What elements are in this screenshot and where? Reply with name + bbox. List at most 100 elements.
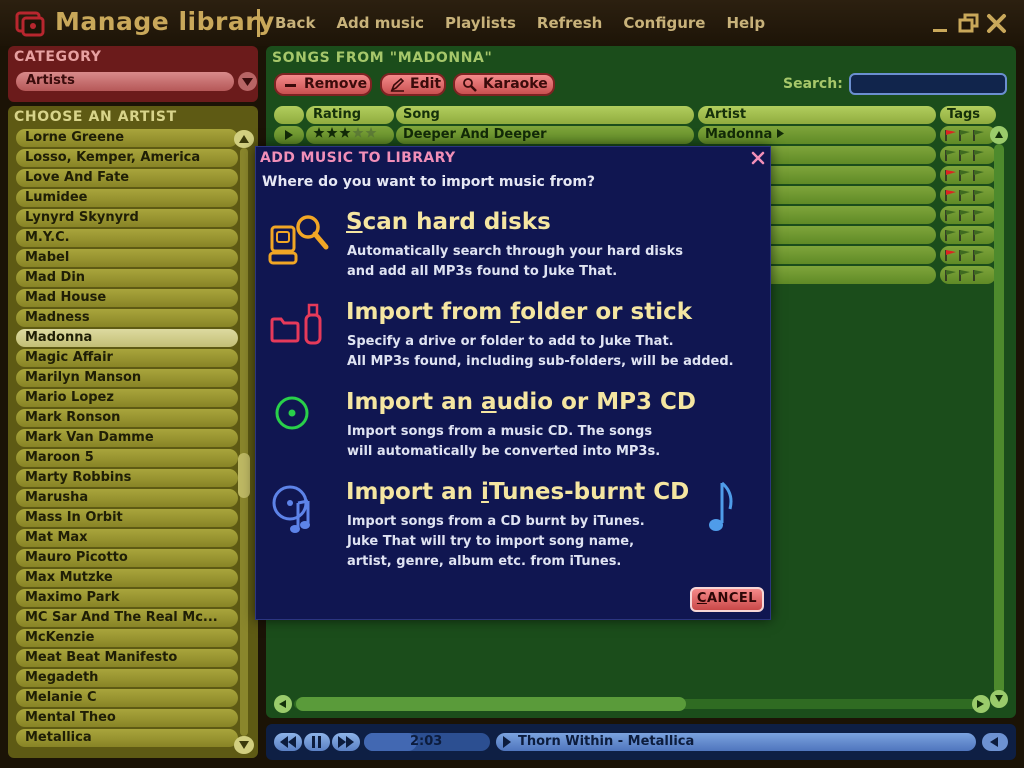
remove-label: Remove <box>304 76 368 92</box>
scroll-up-button[interactable] <box>234 130 254 148</box>
songs-scroll-track[interactable] <box>994 144 1004 694</box>
artist-list-item[interactable]: Magic Affair <box>16 349 238 367</box>
songs-scroll-up-button[interactable] <box>990 126 1008 144</box>
artist-list-item[interactable]: Marty Robbins <box>16 469 238 487</box>
column-header-rating[interactable]: Rating <box>306 106 394 124</box>
artist-list-item[interactable]: Maroon 5 <box>16 449 238 467</box>
artist-list-item[interactable]: Max Mutzke <box>16 569 238 587</box>
row-tags[interactable] <box>940 226 996 244</box>
row-rating[interactable] <box>306 126 394 144</box>
column-header-artist[interactable]: Artist <box>698 106 936 124</box>
artist-list-item[interactable]: Mass In Orbit <box>16 509 238 527</box>
remove-button[interactable]: Remove <box>274 73 372 96</box>
songs-hscroll-thumb[interactable] <box>296 697 686 711</box>
tag-flag-icon <box>973 150 984 161</box>
artist-list-item[interactable]: Madness <box>16 309 238 327</box>
computer-search-icon <box>268 215 329 265</box>
cancel-button[interactable]: CANCEL <box>690 587 764 612</box>
artist-list-item[interactable]: Love And Fate <box>16 169 238 187</box>
column-header-tags[interactable]: Tags <box>940 106 996 124</box>
pause-button[interactable] <box>304 733 330 751</box>
restore-icon[interactable] <box>958 11 980 35</box>
songs-horizontal-scrollbar[interactable] <box>274 694 1009 714</box>
row-tags[interactable] <box>940 186 996 204</box>
next-button[interactable] <box>332 733 360 751</box>
column-header-song[interactable]: Song <box>396 106 694 124</box>
volume-button[interactable] <box>982 733 1008 751</box>
close-icon[interactable] <box>986 11 1008 35</box>
option-import-folder[interactable]: Import from folder or stick Specify a dr… <box>256 299 772 379</box>
tag-flag-icon <box>945 190 956 201</box>
artist-list-item[interactable]: Losso, Kemper, America <box>16 149 238 167</box>
row-play-button[interactable] <box>274 126 304 144</box>
option-description: Import songs from a CD burnt by iTunes. J… <box>347 514 645 569</box>
artist-list-item[interactable]: Metallica <box>16 729 238 747</box>
minus-icon <box>285 84 296 87</box>
songs-scroll-right-button[interactable] <box>972 695 990 713</box>
artist-list-item[interactable]: Mad Din <box>16 269 238 287</box>
microphone-icon <box>463 78 477 92</box>
artist-list-item[interactable]: Mauro Picotto <box>16 549 238 567</box>
option-scan-hard-disks[interactable]: Scan hard disks Automatically search thr… <box>256 209 772 289</box>
songs-scroll-left-button[interactable] <box>274 695 292 713</box>
progress-bar[interactable]: 2:03 <box>364 733 490 751</box>
option-import-itunes-cd[interactable]: Import an iTunes-burnt CD Import songs f… <box>256 479 772 579</box>
artist-list-item[interactable]: Maximo Park <box>16 589 238 607</box>
artist-scrollbar[interactable] <box>234 128 254 756</box>
close-icon[interactable] <box>751 151 765 165</box>
menu-configure[interactable]: Configure <box>623 14 705 32</box>
tag-flag-icon <box>945 210 956 221</box>
search-input[interactable] <box>849 73 1007 95</box>
artist-list-item[interactable]: Lynyrd Skynyrd <box>16 209 238 227</box>
artist-list-item[interactable]: Mario Lopez <box>16 389 238 407</box>
minimize-icon[interactable] <box>930 11 952 35</box>
row-tags[interactable] <box>940 266 996 284</box>
category-select[interactable]: Artists <box>16 72 234 91</box>
artist-list-item[interactable]: Madonna <box>16 329 238 347</box>
karaoke-button[interactable]: Karaoke <box>453 73 555 96</box>
artist-list-item[interactable]: Mark Van Damme <box>16 429 238 447</box>
menu-back[interactable]: Back <box>275 14 315 32</box>
artist-list-item[interactable]: Lorne Greene <box>16 129 238 147</box>
column-header-play[interactable] <box>274 106 304 124</box>
category-dropdown-button[interactable] <box>238 72 257 91</box>
scroll-thumb[interactable] <box>238 453 250 498</box>
artist-list-item[interactable]: Mad House <box>16 289 238 307</box>
row-tags[interactable] <box>940 166 996 184</box>
music-note-icon <box>709 481 733 531</box>
artist-list-item[interactable]: Megadeth <box>16 669 238 687</box>
artist-list-item[interactable]: Mental Theo <box>16 709 238 727</box>
artist-list-item[interactable]: Lumidee <box>16 189 238 207</box>
artist-list-item[interactable]: MC Sar And The Real Mc... <box>16 609 238 627</box>
artist-list-item[interactable]: Mabel <box>16 249 238 267</box>
artist-list-item[interactable]: M.Y.C. <box>16 229 238 247</box>
now-playing-bar[interactable]: Thorn Within - Metallica <box>496 733 976 751</box>
scroll-down-button[interactable] <box>234 736 254 754</box>
artist-list-item[interactable]: Melanie C <box>16 689 238 707</box>
add-music-dialog: ADD MUSIC TO LIBRARY Where do you want t… <box>255 146 771 620</box>
row-tags[interactable] <box>940 126 996 144</box>
option-import-audio-cd[interactable]: Import an audio or MP3 CD Import songs f… <box>256 389 772 469</box>
row-artist[interactable]: Madonna <box>698 126 936 144</box>
artist-list-item[interactable]: McKenzie <box>16 629 238 647</box>
chevron-down-icon <box>239 741 249 749</box>
row-song[interactable]: Deeper And Deeper <box>396 126 694 144</box>
edit-label: Edit <box>410 76 442 92</box>
artist-list-item[interactable]: Marusha <box>16 489 238 507</box>
edit-button[interactable]: Edit <box>380 73 446 96</box>
row-tags[interactable] <box>940 146 996 164</box>
menu-help[interactable]: Help <box>726 14 765 32</box>
previous-button[interactable] <box>274 733 302 751</box>
menu-refresh[interactable]: Refresh <box>537 14 602 32</box>
artist-list-item[interactable]: Mark Ronson <box>16 409 238 427</box>
row-tags[interactable] <box>940 206 996 224</box>
artist-list-item[interactable]: Marilyn Manson <box>16 369 238 387</box>
fast-forward-icon <box>338 736 354 748</box>
scroll-track[interactable] <box>240 148 248 736</box>
songs-vertical-scrollbar[interactable] <box>989 126 1009 708</box>
row-tags[interactable] <box>940 246 996 264</box>
artist-list-item[interactable]: Mat Max <box>16 529 238 547</box>
artist-list-item[interactable]: Meat Beat Manifesto <box>16 649 238 667</box>
menu-playlists[interactable]: Playlists <box>445 14 516 32</box>
menu-add-music[interactable]: Add music <box>336 14 424 32</box>
